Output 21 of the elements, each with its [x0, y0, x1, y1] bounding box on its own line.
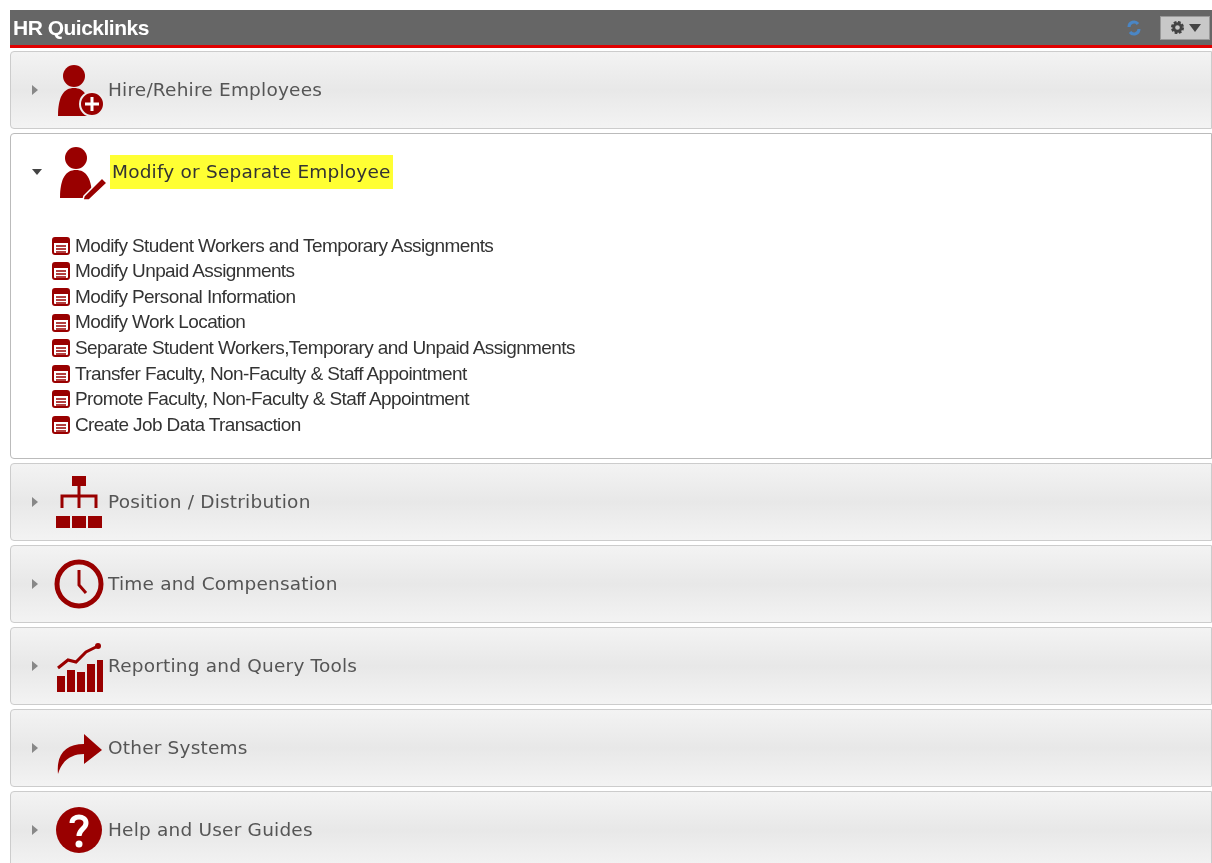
refresh-icon[interactable] — [1126, 18, 1142, 37]
form-icon — [52, 288, 70, 306]
caret-icon[interactable] — [32, 169, 42, 175]
settings-dropdown-button[interactable] — [1160, 15, 1210, 40]
form-icon — [52, 390, 70, 409]
form-icon — [52, 313, 70, 332]
form-icon — [52, 262, 70, 281]
section-title-link[interactable]: Position / Distribution — [108, 487, 311, 516]
section-title-link[interactable]: Modify or Separate Employee — [110, 155, 393, 189]
section-title-link[interactable]: Other Systems — [108, 733, 248, 762]
section-title-link[interactable]: Reporting and Query Tools — [108, 651, 358, 680]
settings-icon — [1169, 20, 1185, 35]
panel-title: HR Quicklinks — [13, 14, 150, 41]
section-title-link[interactable]: Hire/Rehire Employees — [108, 76, 323, 104]
form-icon — [52, 415, 70, 434]
form-icon — [52, 339, 70, 358]
form-icon — [52, 236, 70, 255]
section-title-link[interactable]: Help and User Guides — [108, 815, 313, 844]
form-icon — [52, 364, 70, 383]
caret-icon — [1188, 23, 1201, 32]
section-title-link[interactable]: Time and Compensation — [108, 569, 338, 598]
